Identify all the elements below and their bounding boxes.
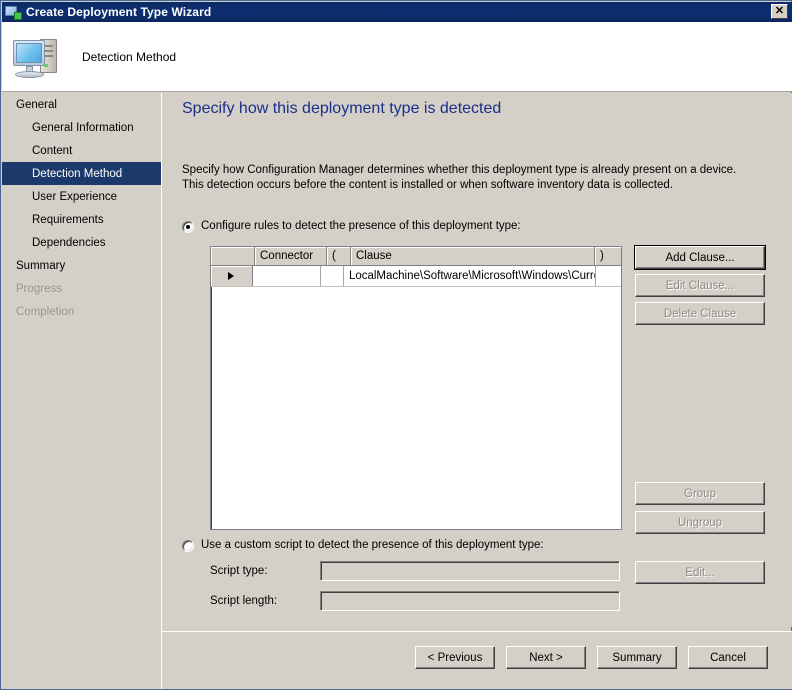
wizard-step-nav: General General Information Content Detecti… <box>2 93 161 689</box>
row-selector-arrow-icon <box>228 272 235 280</box>
sidebar-item-label: User Experience <box>32 190 118 203</box>
configure-rules-radio[interactable]: Configure rules to detect the presence o… <box>182 220 521 233</box>
grid-header-row: Connector ( Clause ) <box>211 247 621 266</box>
radio-indicator-rules <box>182 221 194 233</box>
sidebar-item-detection-method[interactable]: Detection Method <box>2 162 161 185</box>
sidebar-item-content[interactable]: Content <box>2 139 161 162</box>
ungroup-button[interactable]: Ungroup <box>635 511 765 534</box>
column-header-connector[interactable]: Connector <box>255 247 327 265</box>
sidebar-item-progress: Progress <box>2 277 161 300</box>
sidebar-item-label: Content <box>32 144 73 157</box>
sidebar-item-user-experience[interactable]: User Experience <box>2 185 161 208</box>
column-header-close-paren[interactable]: ) <box>595 247 621 265</box>
wizard-footer: < Previous Next > Summary Cancel <box>162 632 792 689</box>
summary-button[interactable]: Summary <box>597 646 677 669</box>
sidebar-item-requirements[interactable]: Requirements <box>2 208 161 231</box>
sidebar-item-label: Detection Method <box>32 167 123 180</box>
sidebar-item-label: Summary <box>16 259 66 272</box>
custom-script-radio[interactable]: Use a custom script to detect the presen… <box>182 539 544 552</box>
script-length-label: Script length: <box>210 595 278 607</box>
sidebar-item-label: Progress <box>16 282 63 295</box>
window-title: Create Deployment Type Wizard <box>26 5 212 19</box>
cancel-button[interactable]: Cancel <box>688 646 768 669</box>
sidebar-item-label: Dependencies <box>32 236 106 249</box>
sidebar-item-completion: Completion <box>2 300 161 323</box>
wizard-computer-icon <box>5 4 22 20</box>
page-title: Specify how this deployment type is dete… <box>182 100 502 117</box>
sidebar-item-label: Requirements <box>32 213 104 226</box>
cell-clause[interactable]: LocalMachine\Software\Microsoft\Windows\… <box>343 266 597 286</box>
sidebar-item-label: General <box>16 98 57 111</box>
main-content: Specify how this deployment type is dete… <box>162 93 792 627</box>
script-length-input[interactable] <box>320 591 620 611</box>
group-button[interactable]: Group <box>635 482 765 505</box>
configure-rules-label: Configure rules to detect the presence o… <box>201 220 521 232</box>
next-button[interactable]: Next > <box>506 646 586 669</box>
script-type-input[interactable] <box>320 561 620 581</box>
edit-clause-button[interactable]: Edit Clause... <box>635 274 765 297</box>
custom-script-label: Use a custom script to detect the presen… <box>201 539 544 551</box>
delete-clause-button[interactable]: Delete Clause <box>635 302 765 325</box>
header-title: Detection Method <box>82 49 177 64</box>
cell-open-paren[interactable] <box>320 266 344 286</box>
cell-connector[interactable] <box>252 266 321 286</box>
radio-indicator-script <box>182 540 194 552</box>
row-selector-cell[interactable] <box>211 266 253 286</box>
close-button[interactable]: ✕ <box>771 4 788 19</box>
computer-monitor-icon <box>10 33 64 81</box>
column-header-selector[interactable] <box>211 247 255 265</box>
table-row[interactable]: LocalMachine\Software\Microsoft\Windows\… <box>211 266 621 287</box>
column-header-clause[interactable]: Clause <box>351 247 595 265</box>
sidebar-item-label: Completion <box>16 305 75 318</box>
sidebar-item-general-information[interactable]: General Information <box>2 116 161 139</box>
sidebar-item-summary[interactable]: Summary <box>2 254 161 277</box>
page-description: Specify how Configuration Manager determ… <box>182 164 737 191</box>
detection-rules-grid[interactable]: Connector ( Clause ) LocalMachine\Softwa… <box>210 246 622 530</box>
sidebar-item-general[interactable]: General <box>2 93 161 116</box>
add-clause-button[interactable]: Add Clause... <box>635 246 765 269</box>
cell-close-paren[interactable] <box>596 266 621 286</box>
column-header-open-paren[interactable]: ( <box>327 247 351 265</box>
sidebar-item-dependencies[interactable]: Dependencies <box>2 231 161 254</box>
previous-button[interactable]: < Previous <box>415 646 495 669</box>
script-type-label: Script type: <box>210 565 268 577</box>
wizard-header: Detection Method <box>2 22 792 92</box>
edit-script-button[interactable]: Edit... <box>635 561 765 584</box>
wizard-window: Create Deployment Type Wizard ✕ Detectio… <box>0 0 792 690</box>
title-bar: Create Deployment Type Wizard ✕ <box>2 2 792 22</box>
sidebar-item-label: General Information <box>32 121 134 134</box>
